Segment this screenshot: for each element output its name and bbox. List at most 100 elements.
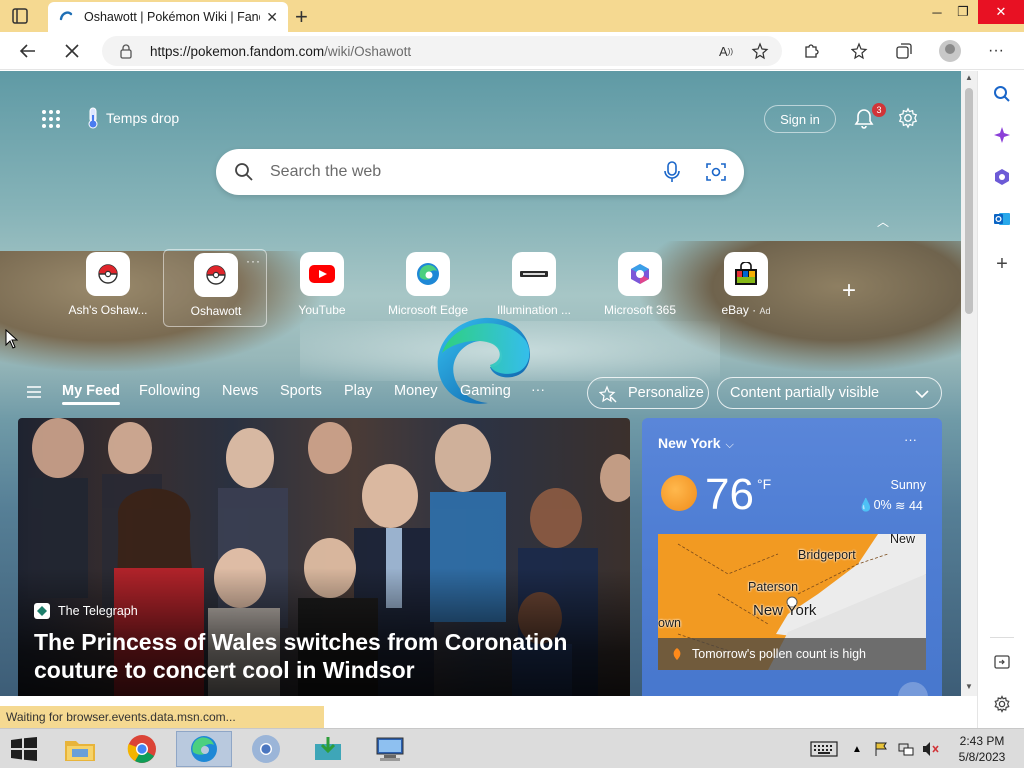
- gear-icon[interactable]: [897, 107, 919, 129]
- add-quick-link-button[interactable]: +: [842, 277, 856, 305]
- personalize-button[interactable]: Personalize: [587, 377, 709, 409]
- feed-tab-play[interactable]: Play: [344, 383, 372, 399]
- youtube-icon: [309, 265, 335, 283]
- add-favorite-icon[interactable]: [748, 39, 772, 63]
- windows-taskbar: ▲ 2:43 PM 5/8/2023: [0, 728, 1024, 768]
- taskbar-chrome-alt[interactable]: [238, 731, 294, 767]
- sidebar-m365-button[interactable]: [991, 166, 1013, 188]
- system-clock[interactable]: 2:43 PM 5/8/2023: [950, 733, 1014, 765]
- read-aloud-icon[interactable]: A)): [714, 39, 738, 63]
- tile-icon-box: [512, 252, 556, 296]
- browser-tab[interactable]: Oshawott | Pokémon Wiki | Fandom ✕: [48, 2, 288, 32]
- feed-tab-news[interactable]: News: [222, 383, 258, 399]
- weather-location[interactable]: New York ⌵: [658, 435, 734, 452]
- weather-map[interactable]: Bridgeport Paterson New York own New Tom…: [658, 534, 926, 670]
- profile-avatar[interactable]: [939, 40, 961, 62]
- tab-actions-icon[interactable]: [10, 6, 30, 26]
- weather-card[interactable]: New York ⌵ ··· 76 °F Sunny 💧0% ≋ 44 Bridg…: [642, 418, 942, 696]
- tile-label: YouTube: [298, 303, 346, 317]
- news-source-label: The Telegraph: [58, 604, 138, 618]
- close-icon: [65, 44, 79, 58]
- weather-more-icon[interactable]: ···: [904, 432, 917, 447]
- page-scrollbar[interactable]: ▲ ▼: [961, 71, 977, 696]
- touch-keyboard-icon[interactable]: [810, 739, 838, 759]
- feed-tab-money[interactable]: Money: [394, 383, 438, 399]
- news-source[interactable]: The Telegraph: [34, 603, 138, 619]
- weather-alert-chip[interactable]: Temps drop: [86, 107, 179, 129]
- microphone-icon[interactable]: [662, 161, 682, 183]
- collapse-chevron-icon[interactable]: ︿: [877, 213, 889, 230]
- scrollbar-thumb[interactable]: [965, 88, 973, 314]
- scroll-down-arrow-icon[interactable]: ▼: [965, 682, 973, 691]
- back-arrow-icon: [19, 44, 35, 58]
- weather-next-button[interactable]: [898, 682, 928, 696]
- pokeball-icon: [206, 265, 226, 285]
- menu-icon[interactable]: [26, 385, 42, 399]
- sidebar-settings-button[interactable]: [991, 693, 1013, 715]
- precipitation: 💧0%: [858, 498, 892, 513]
- tile-label-text: eBay: [721, 303, 749, 317]
- collections-icon[interactable]: [892, 39, 916, 63]
- back-button[interactable]: [16, 39, 40, 63]
- tile-label: Microsoft 365: [603, 303, 677, 317]
- sidebar-search-button[interactable]: [991, 83, 1013, 105]
- close-window-button[interactable]: ✕: [978, 0, 1024, 24]
- favorites-icon[interactable]: [848, 39, 872, 63]
- feed-tab-following[interactable]: Following: [139, 383, 200, 399]
- sign-in-button[interactable]: Sign in: [764, 105, 836, 133]
- action-center-flag-icon[interactable]: [874, 739, 890, 759]
- quick-link-tile[interactable]: YouTube: [270, 249, 374, 327]
- sparkle-icon: [994, 127, 1010, 143]
- windows-start-icon[interactable]: [10, 737, 38, 761]
- search-input[interactable]: [270, 161, 650, 183]
- hero-news-card[interactable]: The Telegraph The Princess of Wales swit…: [18, 418, 630, 696]
- url-path: /wiki/Oshawott: [324, 44, 412, 59]
- address-bar[interactable]: https://pokemon.fandom.com/wiki/Oshawott…: [102, 36, 782, 66]
- hero-headline[interactable]: The Princess of Wales switches from Coro…: [34, 628, 614, 684]
- settings-more-button[interactable]: ···: [984, 39, 1008, 63]
- show-hidden-icons-icon[interactable]: ▲: [852, 739, 862, 759]
- pollen-text: Tomorrow's pollen count is high: [692, 647, 866, 661]
- quick-link-tile[interactable]: Microsoft 365: [588, 249, 692, 327]
- folder-icon: [65, 741, 95, 761]
- taskbar-file-explorer[interactable]: [52, 731, 108, 767]
- clock-date: 5/8/2023: [958, 750, 1006, 764]
- download-icon: [315, 737, 341, 760]
- scroll-up-arrow-icon[interactable]: ▲: [965, 73, 973, 82]
- air-quality: ≋ 44: [895, 498, 923, 513]
- new-tab-button[interactable]: +: [295, 4, 308, 30]
- sidebar-add-button[interactable]: +: [991, 253, 1013, 275]
- visual-search-icon[interactable]: [705, 161, 727, 183]
- pollen-banner[interactable]: Tomorrow's pollen count is high: [658, 638, 926, 670]
- sidebar-hide-button[interactable]: [991, 651, 1013, 673]
- taskbar-downloads-app[interactable]: [300, 731, 356, 767]
- taskbar-edge[interactable]: [176, 731, 232, 767]
- taskbar-chrome[interactable]: [114, 731, 170, 767]
- tab-close-icon[interactable]: ✕: [266, 9, 278, 26]
- restore-button[interactable]: ❐: [946, 0, 980, 24]
- content-visibility-dropdown[interactable]: Content partially visible: [717, 377, 942, 409]
- volume-muted-icon[interactable]: [922, 739, 940, 759]
- feed-tab-sports[interactable]: Sports: [280, 383, 322, 399]
- extensions-icon[interactable]: [799, 39, 823, 63]
- feed-more-icon[interactable]: ···: [531, 381, 545, 397]
- feed-tab-gaming[interactable]: Gaming: [460, 383, 511, 399]
- app-launcher-icon[interactable]: [41, 109, 61, 129]
- ad-badge: Ad: [759, 306, 771, 316]
- taskbar-remote-desktop[interactable]: [362, 731, 418, 767]
- tile-icon-box: [724, 252, 768, 296]
- tile-more-options-icon[interactable]: ···: [246, 254, 261, 268]
- feed-tab-my-feed[interactable]: My Feed: [62, 383, 121, 405]
- sidebar-copilot-button[interactable]: [991, 124, 1013, 146]
- quick-link-tile[interactable]: ··· Oshawott: [163, 249, 267, 327]
- network-icon[interactable]: [898, 739, 914, 759]
- stop-loading-button[interactable]: [60, 39, 84, 63]
- quick-link-tile[interactable]: eBay · Ad: [694, 249, 798, 327]
- personalize-star-icon: [599, 385, 617, 403]
- status-bar: Waiting for browser.events.data.msn.com.…: [0, 706, 324, 728]
- search-box[interactable]: [216, 149, 744, 195]
- lock-icon[interactable]: [118, 43, 134, 59]
- quick-link-tile[interactable]: Ash's Oshaw...: [56, 249, 160, 327]
- sidebar-outlook-button[interactable]: [991, 208, 1013, 230]
- url-text[interactable]: https://pokemon.fandom.com/wiki/Oshawott: [150, 44, 411, 59]
